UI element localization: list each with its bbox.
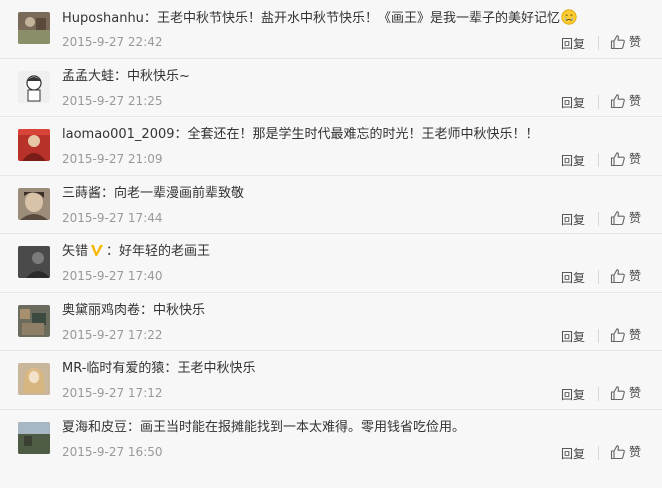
like-button[interactable]: 赞 [610,267,641,284]
comment-content: 向老一辈漫画前辈致敬 [114,185,245,201]
like-button[interactable]: 赞 [610,92,641,109]
comment-text-line: 三蒔酱：向老一辈漫画前辈致敬 [62,185,582,203]
action-divider [598,445,599,460]
separator: ： [140,302,154,318]
comment-content: 中秋快乐~ [127,68,190,84]
comment-item: 孟孟大蛙：中秋快乐~ 2015-9-27 21:25 回复 赞 [0,59,662,117]
reply-button[interactable]: 回复 [561,269,585,286]
thumbs-up-icon [610,93,625,108]
avatar[interactable] [18,187,50,220]
like-button[interactable]: 赞 [610,443,641,460]
thumbs-up-icon [610,444,625,459]
action-divider [598,328,599,343]
comment-text-line: laomao001_2009：全套还在！那是学生时代最难忘的时光！王老师中秋快乐… [62,126,582,144]
reply-button[interactable]: 回复 [561,94,585,111]
reply-button[interactable]: 回复 [561,152,585,169]
comment-item: 奥黛丽鸡肉卷：中秋快乐 2015-9-27 17:22 回复 赞 [0,293,662,351]
username[interactable]: 奥黛丽鸡肉卷 [62,303,140,318]
comment-timestamp: 2015-9-27 17:22 [62,327,163,342]
comment-timestamp: 2015-9-27 17:12 [62,386,163,400]
avatar[interactable] [18,363,50,395]
comment-text-line: Huposhanhu：王老中秋节快乐！盐开水中秋节快乐！《画王》是我一辈子的美好… [62,9,582,28]
comment-content: 好年轻的老画王 [119,244,211,259]
like-button[interactable]: 赞 [610,209,641,226]
comment-text-line: 夏海和皮豆：画王当时能在报摊能找到一本太难得。零用钱省吃俭用。 [62,419,582,437]
comment-item: 三蒔酱：向老一辈漫画前辈致敬 2015-9-27 17:44 回复 赞 [0,176,662,234]
separator: ： [164,361,178,376]
comment-item: Huposhanhu：王老中秋节快乐！盐开水中秋节快乐！《画王》是我一辈子的美好… [0,0,662,59]
like-button[interactable]: 赞 [610,150,641,167]
avatar[interactable] [18,12,50,44]
username[interactable]: 三蒔酱 [62,186,101,201]
like-label: 赞 [629,269,642,283]
comment-timestamp: 2015-9-27 16:50 [62,444,163,459]
thumbs-up-icon [610,35,625,50]
username[interactable]: MR-临时有爱的猿 [62,361,164,376]
avatar[interactable] [18,70,50,103]
thumbs-up-icon [610,386,625,401]
verified-badge-icon [91,245,104,256]
like-label: 赞 [629,386,642,400]
like-label: 赞 [629,327,642,342]
avatar[interactable] [18,129,50,161]
comment-item: laomao001_2009：全套还在！那是学生时代最难忘的时光！王老师中秋快乐… [0,117,662,176]
action-divider [598,387,599,401]
username[interactable]: 孟孟大蛙 [62,69,114,84]
comment-content: 中秋快乐 [153,302,206,318]
username[interactable]: 矢错 [62,244,88,259]
avatar[interactable] [18,246,50,278]
separator: ： [127,419,141,435]
avatar[interactable] [18,304,50,337]
separator: ： [101,185,115,201]
like-label: 赞 [629,35,642,49]
comment-text-line: 孟孟大蛙：中秋快乐~ [62,68,582,86]
like-label: 赞 [629,210,642,225]
action-divider [598,270,599,284]
comment-list: Huposhanhu：王老中秋节快乐！盐开水中秋节快乐！《画王》是我一辈子的美好… [0,0,662,488]
reply-button[interactable]: 回复 [561,35,585,52]
comment-timestamp: 2015-9-27 17:44 [62,210,163,225]
like-button[interactable]: 赞 [610,326,641,343]
username[interactable]: 夏海和皮豆 [62,420,127,435]
action-divider [598,211,599,226]
comment-timestamp: 2015-9-27 21:09 [62,152,163,166]
reply-button[interactable]: 回复 [561,445,585,462]
thumbs-up-icon [610,210,625,225]
like-label: 赞 [629,93,642,108]
like-button[interactable]: 赞 [610,384,641,401]
separator: ： [106,244,120,259]
separator: ： [143,11,157,26]
comment-content: 王老中秋节快乐！盐开水中秋节快乐！《画王》是我一辈子的美好记忆 [156,11,560,26]
action-divider [598,153,599,167]
crying-face-icon [561,9,577,25]
thumbs-up-icon [610,152,625,167]
comment-timestamp: 2015-9-27 21:25 [62,93,163,108]
thumbs-up-icon [610,269,625,284]
avatar[interactable] [18,421,50,454]
username[interactable]: laomao001_2009 [62,127,175,142]
username[interactable]: Huposhanhu [62,11,144,26]
action-divider [598,94,599,109]
comment-text-line: 矢错 ：好年轻的老画王 [62,243,582,261]
comment-text-line: MR-临时有爱的猿：王老中秋快乐 [62,360,582,378]
comment-text-line: 奥黛丽鸡肉卷：中秋快乐 [62,302,582,320]
comment-timestamp: 2015-9-27 17:40 [62,269,163,283]
separator: ： [174,127,188,142]
action-divider [598,36,599,50]
like-label: 赞 [629,152,642,166]
comment-item: 夏海和皮豆：画王当时能在报摊能找到一本太难得。零用钱省吃俭用。 2015-9-2… [0,410,662,469]
like-button[interactable]: 赞 [610,33,641,50]
separator: ： [114,68,128,84]
comment-content: 王老中秋快乐 [177,361,256,376]
like-label: 赞 [629,444,642,459]
comment-item: 矢错 ：好年轻的老画王 2015-9-27 17:40 回复 赞 [0,234,662,293]
reply-button[interactable]: 回复 [561,328,585,345]
comment-timestamp: 2015-9-27 22:42 [62,35,163,49]
reply-button[interactable]: 回复 [561,211,585,228]
thumbs-up-icon [610,327,625,342]
comment-item: MR-临时有爱的猿：王老中秋快乐 2015-9-27 17:12 回复 赞 [0,351,662,410]
comment-content: 画王当时能在报摊能找到一本太难得。零用钱省吃俭用。 [140,419,466,435]
reply-button[interactable]: 回复 [561,386,585,403]
comment-content: 全套还在！那是学生时代最难忘的时光！王老师中秋快乐！！ [187,127,539,142]
